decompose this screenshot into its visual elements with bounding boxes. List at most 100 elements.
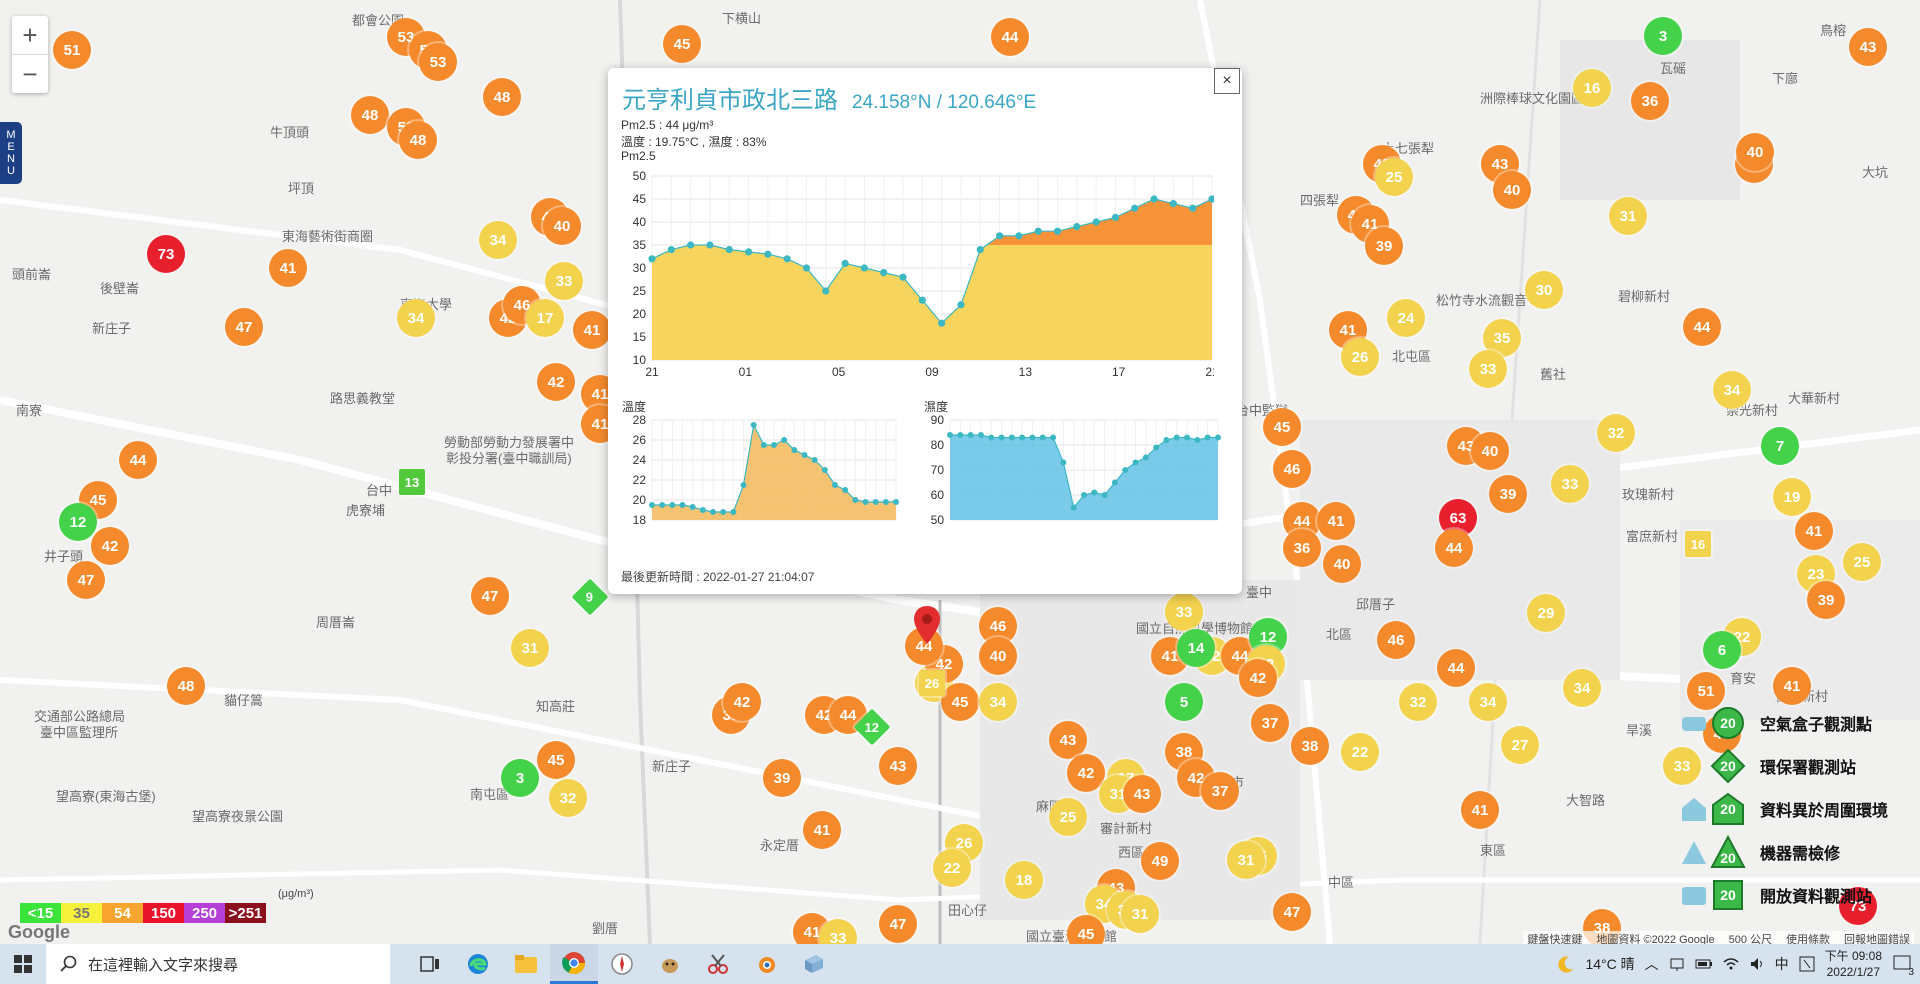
air-box-marker[interactable]: 40 xyxy=(1493,171,1531,209)
air-box-marker[interactable]: 43 xyxy=(1123,775,1161,813)
air-box-marker[interactable]: 43 xyxy=(1049,721,1087,759)
air-box-marker[interactable]: 45 xyxy=(663,25,701,63)
air-box-marker[interactable]: 33 xyxy=(1551,465,1589,503)
air-box-marker[interactable]: 27 xyxy=(1501,726,1539,764)
air-box-marker[interactable]: 47 xyxy=(225,308,263,346)
air-box-marker[interactable]: 3 xyxy=(1644,17,1682,55)
air-box-marker[interactable]: 44 xyxy=(1435,529,1473,567)
air-box-marker[interactable]: 33 xyxy=(1469,350,1507,388)
zoom-in-button[interactable]: + xyxy=(12,16,48,54)
air-box-marker[interactable]: 43 xyxy=(1849,28,1887,66)
air-box-marker[interactable]: 36 xyxy=(1631,82,1669,120)
air-box-marker[interactable]: 47 xyxy=(471,577,509,615)
air-box-marker[interactable]: 39 xyxy=(1489,475,1527,513)
air-box-marker[interactable]: 6 xyxy=(1703,631,1741,669)
air-box-marker[interactable]: 41 xyxy=(573,311,611,349)
air-box-marker[interactable]: 38 xyxy=(1291,727,1329,765)
air-box-marker[interactable]: 12 xyxy=(59,503,97,541)
air-box-marker[interactable]: 47 xyxy=(67,561,105,599)
air-box-marker[interactable]: 32 xyxy=(549,779,587,817)
air-box-marker[interactable]: 34 xyxy=(1713,371,1751,409)
battery-icon[interactable] xyxy=(1695,956,1713,972)
air-box-marker[interactable]: 5 xyxy=(1165,683,1203,721)
air-box-marker[interactable]: 39 xyxy=(763,759,801,797)
air-box-marker[interactable]: 45 xyxy=(1263,408,1301,446)
air-box-marker[interactable]: 41 xyxy=(1795,512,1833,550)
air-box-marker[interactable]: 14 xyxy=(1177,629,1215,667)
air-box-marker[interactable]: 31 xyxy=(511,629,549,667)
air-box-marker[interactable]: 40 xyxy=(1471,432,1509,470)
air-box-marker[interactable]: 40 xyxy=(1323,545,1361,583)
air-box-marker[interactable]: 41 xyxy=(269,249,307,287)
air-box-marker[interactable]: 48 xyxy=(399,121,437,159)
taskbar-app-clock[interactable] xyxy=(598,944,646,984)
air-box-marker[interactable]: 30 xyxy=(1525,271,1563,309)
air-box-marker[interactable]: 44 xyxy=(991,18,1029,56)
air-box-marker[interactable]: 44 xyxy=(1683,308,1721,346)
air-box-marker[interactable]: 40 xyxy=(543,207,581,245)
taskbar-edge[interactable] xyxy=(454,944,502,984)
taskbar-app-pet[interactable] xyxy=(646,944,694,984)
task-view-button[interactable] xyxy=(406,944,454,984)
air-box-marker[interactable]: 73 xyxy=(147,235,185,273)
attribution-item[interactable]: 回報地圖錯誤 xyxy=(1844,931,1910,944)
air-box-marker[interactable]: 42 xyxy=(723,683,761,721)
air-box-marker[interactable]: 16 xyxy=(1573,69,1611,107)
wifi-icon[interactable] xyxy=(1723,956,1739,972)
air-box-marker[interactable]: 46 xyxy=(1273,450,1311,488)
air-box-marker[interactable]: 48 xyxy=(351,96,389,134)
air-box-marker[interactable]: 48 xyxy=(167,667,205,705)
air-box-marker[interactable]: 33 xyxy=(1165,593,1203,631)
air-box-marker[interactable]: 37 xyxy=(1251,704,1289,742)
air-box-marker[interactable]: 34 xyxy=(1563,669,1601,707)
air-box-marker[interactable]: 45 xyxy=(941,683,979,721)
air-box-marker[interactable]: 22 xyxy=(933,849,971,887)
zoom-out-button[interactable]: − xyxy=(12,54,48,93)
air-box-marker[interactable]: 31 xyxy=(1227,841,1265,879)
selected-location-pin-icon[interactable] xyxy=(912,604,942,648)
taskbar-file-explorer[interactable] xyxy=(502,944,550,984)
chevron-up-icon[interactable]: ︿ xyxy=(1645,954,1659,974)
ime-indicator[interactable]: 中 xyxy=(1775,954,1789,974)
taskbar-app-box[interactable] xyxy=(790,944,838,984)
air-box-marker[interactable]: 24 xyxy=(1387,299,1425,337)
air-box-marker[interactable]: 31 xyxy=(1609,197,1647,235)
taskbar-search[interactable]: 在這裡輸入文字來搜尋 xyxy=(46,944,390,984)
air-box-marker[interactable]: 26 xyxy=(1341,338,1379,376)
air-box-marker[interactable]: 49 xyxy=(1141,842,1179,880)
popup-close-button[interactable]: × xyxy=(1214,68,1240,94)
air-box-marker[interactable]: 17 xyxy=(526,299,564,337)
air-box-marker[interactable]: 42 xyxy=(91,527,129,565)
air-box-marker[interactable]: 18 xyxy=(1005,861,1043,899)
air-box-marker[interactable]: 37 xyxy=(1201,772,1239,810)
air-box-marker[interactable]: 7 xyxy=(1761,427,1799,465)
air-box-marker[interactable]: 36 xyxy=(1283,529,1321,567)
air-box-marker[interactable]: 46 xyxy=(1377,621,1415,659)
attribution-item[interactable]: 使用條款 xyxy=(1786,931,1830,944)
air-box-marker[interactable]: 32 xyxy=(1399,683,1437,721)
air-box-marker[interactable]: 45 xyxy=(537,741,575,779)
open-data-station-marker[interactable]: 13 xyxy=(399,469,425,495)
air-box-marker[interactable]: 25 xyxy=(1843,543,1881,581)
open-data-station-marker[interactable]: 16 xyxy=(1685,531,1711,557)
air-box-marker[interactable]: 19 xyxy=(1773,478,1811,516)
air-box-marker[interactable]: 39 xyxy=(1807,581,1845,619)
open-data-station-marker[interactable]: 26 xyxy=(919,670,945,696)
air-box-marker[interactable]: 51 xyxy=(53,31,91,69)
taskbar-app-snip[interactable] xyxy=(694,944,742,984)
air-box-marker[interactable]: 34 xyxy=(397,299,435,337)
air-box-marker[interactable]: 39 xyxy=(1365,227,1403,265)
air-box-marker[interactable]: 53 xyxy=(419,43,457,81)
air-box-marker[interactable]: 40 xyxy=(1736,133,1774,171)
air-box-marker[interactable]: 40 xyxy=(979,637,1017,675)
map-canvas[interactable]: 都會公園下横山牛頂頭坪頂東海藝術街商圈後壁崙頭前崙新庄子南寮路思義教堂東海大學台… xyxy=(0,0,1920,944)
air-box-marker[interactable]: 48 xyxy=(483,78,521,116)
volume-icon[interactable] xyxy=(1749,956,1765,972)
air-box-marker[interactable]: 42 xyxy=(1239,659,1277,697)
start-button[interactable] xyxy=(0,944,46,984)
air-box-marker[interactable]: 34 xyxy=(1469,683,1507,721)
weather-text[interactable]: 14°C 晴 xyxy=(1585,954,1634,974)
network-icon[interactable] xyxy=(1669,956,1685,972)
air-box-marker[interactable]: 42 xyxy=(537,363,575,401)
air-box-marker[interactable]: 44 xyxy=(119,441,157,479)
